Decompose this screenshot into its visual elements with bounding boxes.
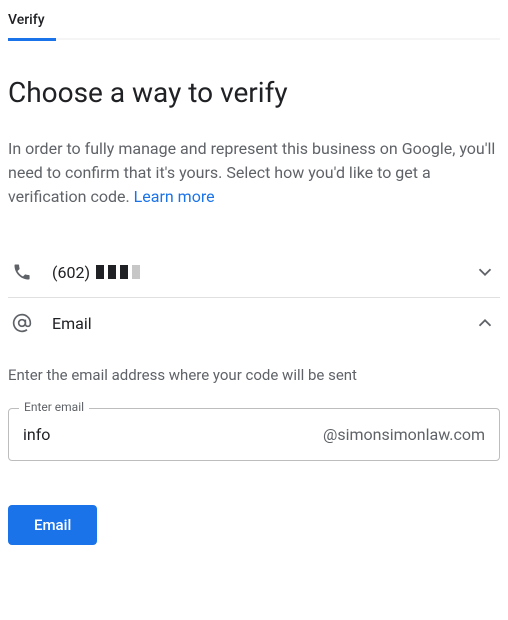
email-field[interactable] [23, 425, 323, 444]
email-input-wrapper[interactable]: Enter email @simonsimonlaw.com [8, 408, 500, 461]
actions: Email [8, 505, 500, 545]
tab-verify[interactable]: Verify [8, 8, 45, 38]
learn-more-link[interactable]: Learn more [134, 187, 215, 206]
email-domain-suffix: @simonsimonlaw.com [323, 425, 485, 444]
tab-bar: Verify [8, 8, 500, 40]
intro-body: In order to fully manage and represent t… [8, 139, 495, 206]
email-section: Enter the email address where your code … [8, 366, 500, 461]
option-phone[interactable]: (602) [8, 247, 500, 297]
option-email-label: Email [52, 314, 474, 333]
chevron-down-icon [474, 261, 496, 283]
at-icon [12, 313, 36, 333]
intro-text: In order to fully manage and represent t… [8, 137, 500, 209]
submit-email-button[interactable]: Email [8, 505, 97, 545]
phone-icon [12, 262, 36, 282]
tab-underline [8, 38, 500, 40]
option-phone-label: (602) [52, 263, 474, 282]
chevron-up-icon [474, 312, 496, 334]
email-instruction: Enter the email address where your code … [8, 366, 500, 384]
email-input-legend: Enter email [19, 400, 89, 414]
page-title: Choose a way to verify [8, 76, 500, 109]
option-email[interactable]: Email [8, 298, 500, 348]
phone-masked-digits [94, 265, 142, 279]
